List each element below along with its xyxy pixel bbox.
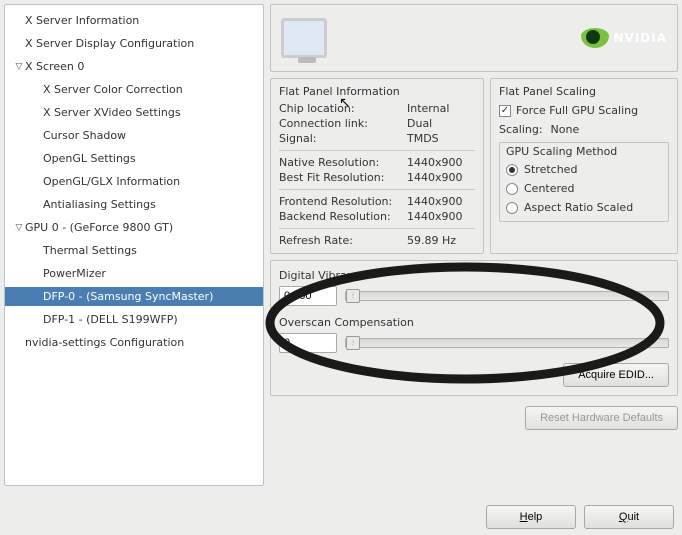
- digital-vibrance-input[interactable]: [279, 286, 337, 306]
- tree-item[interactable]: Cursor Shadow: [5, 126, 263, 145]
- tree-item-label: OpenGL Settings: [43, 152, 136, 165]
- tree-item[interactable]: X Server Display Configuration: [5, 34, 263, 53]
- radio-label: Stretched: [524, 163, 577, 176]
- flat-panel-scaling: Flat Panel Scaling ✓ Force Full GPU Scal…: [490, 78, 678, 254]
- mouse-cursor-icon: ↖: [339, 95, 351, 111]
- scaling-label: Scaling:: [499, 123, 543, 136]
- info-title: Flat Panel Information: [279, 85, 475, 98]
- monitor-icon: [281, 18, 327, 58]
- acquire-edid-button[interactable]: Acquire EDID...: [563, 363, 669, 387]
- slider-thumb-icon[interactable]: ⦙: [346, 336, 360, 350]
- info-key: Refresh Rate:: [279, 234, 407, 247]
- tree-item-label: DFP-0 - (Samsung SyncMaster): [43, 290, 213, 303]
- info-key: Best Fit Resolution:: [279, 171, 407, 184]
- tree-item[interactable]: DFP-0 - (Samsung SyncMaster): [5, 287, 263, 306]
- disclosure-open-icon[interactable]: ▽: [13, 223, 25, 233]
- settings-tree[interactable]: X Server Information X Server Display Con…: [4, 4, 264, 486]
- tree-item[interactable]: X Server Color Correction: [5, 80, 263, 99]
- tree-item-label: Antialiasing Settings: [43, 198, 156, 211]
- digital-vibrance-slider[interactable]: ⦙: [345, 291, 669, 301]
- force-full-gpu-checkbox[interactable]: ✓ Force Full GPU Scaling: [499, 104, 669, 117]
- scaling-method-option[interactable]: Centered: [500, 179, 668, 198]
- tree-item-label: Cursor Shadow: [43, 129, 126, 142]
- info-val: Dual: [407, 117, 475, 130]
- tree-item[interactable]: nvidia-settings Configuration: [5, 333, 263, 352]
- tree-item-label: DFP-1 - (DELL S199WFP): [43, 313, 178, 326]
- info-val: TMDS: [407, 132, 475, 145]
- info-val: 1440x900: [407, 195, 475, 208]
- scaling-method-option[interactable]: Stretched: [500, 160, 668, 179]
- tree-item-label: X Screen 0: [25, 60, 84, 73]
- tree-item-label: X Server Information: [25, 14, 139, 27]
- force-full-gpu-label: Force Full GPU Scaling: [516, 104, 638, 117]
- tree-item[interactable]: X Server Information: [5, 11, 263, 30]
- nvidia-banner: NVIDIA: [270, 4, 678, 72]
- flat-panel-info: Flat Panel Information Chip location: In…: [270, 78, 484, 254]
- tree-item-label: nvidia-settings Configuration: [25, 336, 184, 349]
- gpu-scaling-method-group: GPU Scaling Method Stretched Centered Aspe…: [499, 142, 669, 222]
- info-key: Backend Resolution:: [279, 210, 407, 223]
- info-val: 1440x900: [407, 210, 475, 223]
- info-val: 59.89 Hz: [407, 234, 475, 247]
- gpu-method-title: GPU Scaling Method: [506, 145, 662, 158]
- tree-item[interactable]: ▽X Screen 0: [5, 57, 263, 76]
- scaling-title: Flat Panel Scaling: [499, 85, 669, 98]
- radio-icon: [506, 183, 518, 195]
- radio-label: Centered: [524, 182, 575, 195]
- tree-item-label: X Server Color Correction: [43, 83, 183, 96]
- info-key: Frontend Resolution:: [279, 195, 407, 208]
- scaling-method-option[interactable]: Aspect Ratio Scaled: [500, 198, 668, 217]
- tree-item[interactable]: ▽GPU 0 - (GeForce 9800 GT): [5, 218, 263, 237]
- overscan-slider[interactable]: ⦙: [345, 338, 669, 348]
- info-key: Signal:: [279, 132, 407, 145]
- tree-item[interactable]: OpenGL/GLX Information: [5, 172, 263, 191]
- checkbox-icon: ✓: [499, 105, 511, 117]
- info-val: 1440x900: [407, 156, 475, 169]
- tree-item-label: OpenGL/GLX Information: [43, 175, 180, 188]
- help-button[interactable]: Help: [486, 505, 576, 529]
- tree-item-label: Thermal Settings: [43, 244, 137, 257]
- info-key: Connection link:: [279, 117, 407, 130]
- info-val: 1440x900: [407, 171, 475, 184]
- overscan-label: Overscan Compensation: [279, 316, 669, 329]
- tree-item[interactable]: X Server XVideo Settings: [5, 103, 263, 122]
- bottom-bar: Help Quit: [486, 505, 674, 529]
- overscan-input[interactable]: [279, 333, 337, 353]
- sliders-panel: Digital Vibrance ⦙ Overscan Compensation…: [270, 260, 678, 396]
- tree-item[interactable]: Antialiasing Settings: [5, 195, 263, 214]
- tree-item[interactable]: PowerMizer: [5, 264, 263, 283]
- tree-item[interactable]: OpenGL Settings: [5, 149, 263, 168]
- radio-icon: [506, 202, 518, 214]
- slider-thumb-icon[interactable]: ⦙: [346, 289, 360, 303]
- tree-item-label: PowerMizer: [43, 267, 106, 280]
- radio-label: Aspect Ratio Scaled: [524, 201, 633, 214]
- tree-item-label: GPU 0 - (GeForce 9800 GT): [25, 221, 173, 234]
- tree-item[interactable]: Thermal Settings: [5, 241, 263, 260]
- disclosure-open-icon[interactable]: ▽: [13, 62, 25, 72]
- info-val: Internal: [407, 102, 475, 115]
- scaling-value: None: [551, 123, 580, 136]
- quit-button[interactable]: Quit: [584, 505, 674, 529]
- reset-hardware-defaults-button: Reset Hardware Defaults: [525, 406, 678, 430]
- tree-item[interactable]: DFP-1 - (DELL S199WFP): [5, 310, 263, 329]
- nvidia-logo: NVIDIA: [581, 28, 667, 48]
- brand-text: NVIDIA: [613, 31, 667, 45]
- tree-item-label: X Server XVideo Settings: [43, 106, 181, 119]
- digital-vibrance-label: Digital Vibrance: [279, 269, 669, 282]
- nvidia-eye-icon: [581, 28, 609, 48]
- tree-item-label: X Server Display Configuration: [25, 37, 194, 50]
- radio-icon: [506, 164, 518, 176]
- info-key: Native Resolution:: [279, 156, 407, 169]
